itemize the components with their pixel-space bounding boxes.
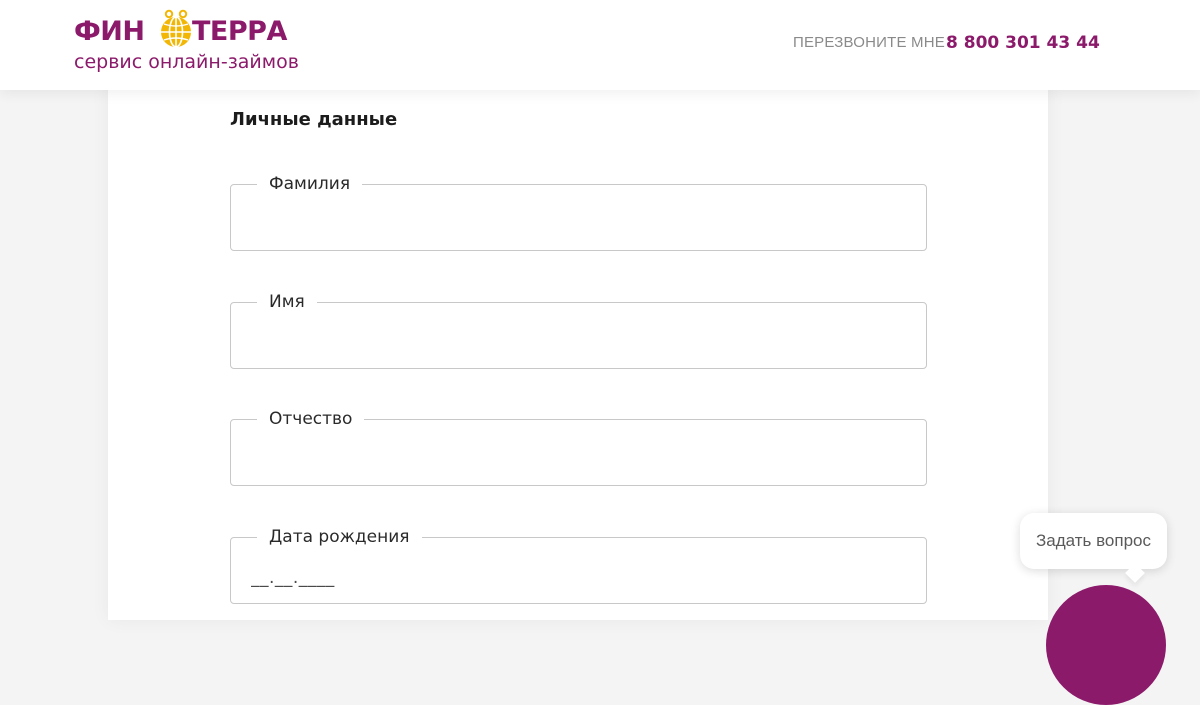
surname-label: Фамилия xyxy=(257,173,363,195)
name-label: Имя xyxy=(257,291,317,313)
callback-link[interactable]: ПЕРЕЗВОНИТЕ МНЕ xyxy=(793,34,945,52)
name-field[interactable]: Имя xyxy=(230,291,927,369)
birthdate-label: Дата рождения xyxy=(257,526,422,548)
ask-question-bubble[interactable]: Задать вопрос xyxy=(1020,513,1167,569)
birthdate-field[interactable]: Дата рождения xyxy=(230,526,927,604)
logo-text-right: ТЕРРА xyxy=(192,16,287,47)
surname-input[interactable] xyxy=(251,209,901,241)
patronymic-label: Отчество xyxy=(257,408,365,430)
section-title: Личные данные xyxy=(230,109,398,130)
site-header: ФИН ТЕРРА сервис онлайн-займов ПЕРЕЗВОНИ… xyxy=(0,0,1200,90)
logo[interactable]: ФИН ТЕРРА сервис онлайн-займов xyxy=(74,6,314,78)
surname-field[interactable]: Фамилия xyxy=(230,173,927,251)
patronymic-input[interactable] xyxy=(251,444,901,476)
chat-button[interactable] xyxy=(1046,585,1166,705)
phone-number[interactable]: 8 800 301 43 44 xyxy=(946,32,1100,54)
logo-tagline: сервис онлайн-займов xyxy=(74,51,299,73)
patronymic-field[interactable]: Отчество xyxy=(230,408,927,486)
name-input[interactable] xyxy=(251,327,901,359)
birthdate-input[interactable] xyxy=(251,562,901,594)
globe-icon xyxy=(161,9,191,48)
logo-text-left: ФИН xyxy=(74,16,145,47)
